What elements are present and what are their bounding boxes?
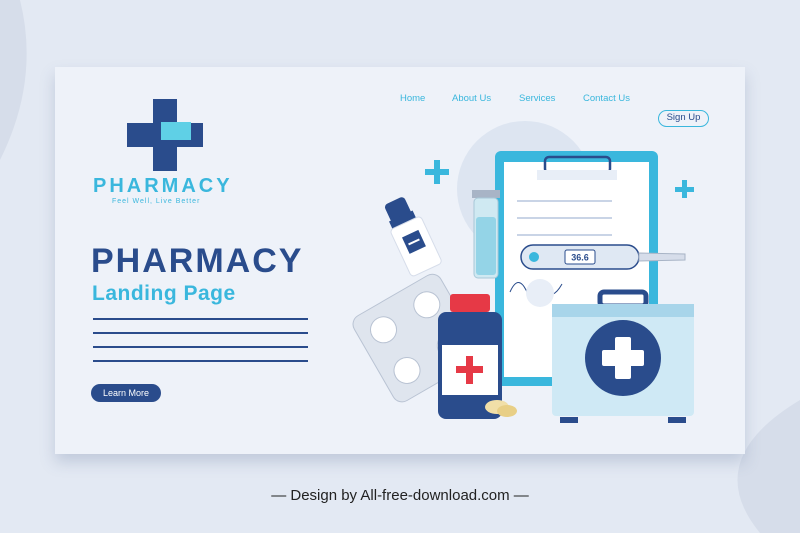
plus-deco-icon: [425, 160, 449, 184]
dropper-bottle-icon: [384, 197, 442, 277]
design-credit: — Design by All-free-download.com —: [271, 487, 529, 504]
plus-deco-icon: [675, 180, 694, 198]
first-aid-kit-icon: [552, 289, 694, 423]
thermometer-reading: 36.6: [571, 253, 589, 263]
pharmacy-illustration: 36.6: [352, 121, 694, 423]
thermometer-icon: [520, 244, 686, 270]
vial-icon: [472, 190, 500, 279]
landing-page-card: Home About Us Services Contact Us Sign U…: [55, 67, 745, 454]
